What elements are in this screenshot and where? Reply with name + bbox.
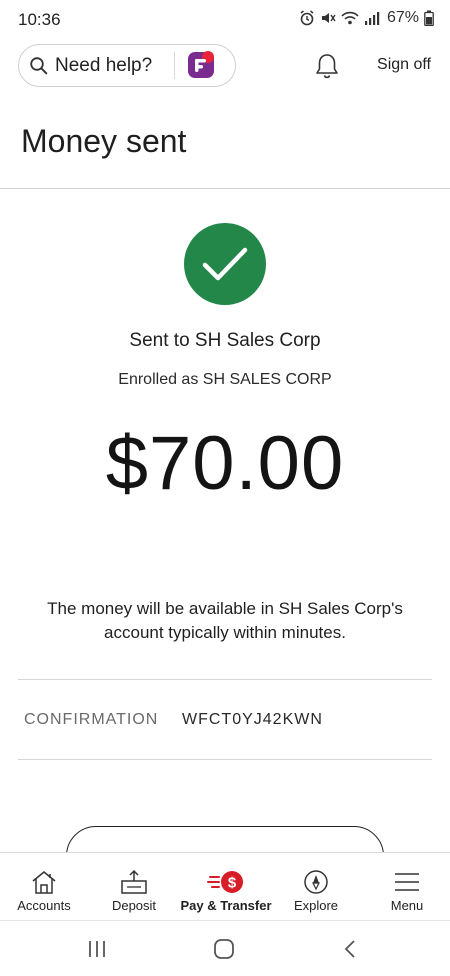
pay-transfer-icon: $ [207,871,243,893]
nav-label-pay-transfer: Pay & Transfer [180,898,272,913]
confirmation-number: WFCT0YJ42KWN [182,711,323,728]
divider [18,679,432,680]
system-nav-bar [0,920,450,976]
home-icon [32,871,56,894]
nav-explore[interactable]: Explore [286,853,346,921]
nav-deposit[interactable]: Deposit [104,853,164,921]
nav-accounts[interactable]: Accounts [14,853,74,921]
availability-message: The money will be available in SH Sales … [47,599,403,642]
signal-icon [364,12,380,25]
battery-icon [424,10,434,26]
nav-menu[interactable]: Menu [377,853,437,921]
status-bar: 10:36 67% [0,0,450,40]
alarm-icon [300,10,314,26]
amount-sent: $70.00 [105,421,345,506]
title-divider [0,188,450,189]
divider [18,759,432,760]
deposit-icon [121,869,147,894]
mute-icon [321,13,336,23]
search-placeholder: Need help? [55,54,153,76]
nav-label-menu: Menu [390,898,424,913]
nav-label-explore: Explore [293,898,339,913]
sign-off-link[interactable]: Sign off [377,56,431,74]
enrolled-name: Enrolled as SH SALES CORP [118,371,332,388]
assistant-chat-icon[interactable] [186,50,216,80]
home-button-icon[interactable] [213,938,235,960]
search-divider [174,52,175,79]
hamburger-icon [395,873,419,891]
search-icon [30,56,48,74]
confirmation-label: CONFIRMATION [24,711,159,728]
wifi-icon [341,11,359,25]
top-bar: Need help? Sign off [0,44,450,88]
recent-apps-icon[interactable] [86,938,108,960]
back-icon[interactable] [340,938,362,960]
recipient-text: Sent to SH Sales Corp [129,330,321,351]
page-title: Money sent [21,123,187,159]
svg-text:$: $ [228,875,237,892]
battery-percent: 67% [386,9,419,26]
status-icons: 67% [299,9,434,27]
nav-label-accounts: Accounts [17,898,71,913]
compass-icon [304,870,328,894]
status-time: 10:36 [18,10,61,29]
success-check-icon [184,223,266,305]
nav-label-deposit: Deposit [111,898,157,913]
notification-bell-icon[interactable] [314,52,340,80]
bottom-nav: Accounts Deposit $ Pay & Transfer Explor… [0,852,450,920]
nav-pay-transfer[interactable]: $ Pay & Transfer [180,853,272,921]
